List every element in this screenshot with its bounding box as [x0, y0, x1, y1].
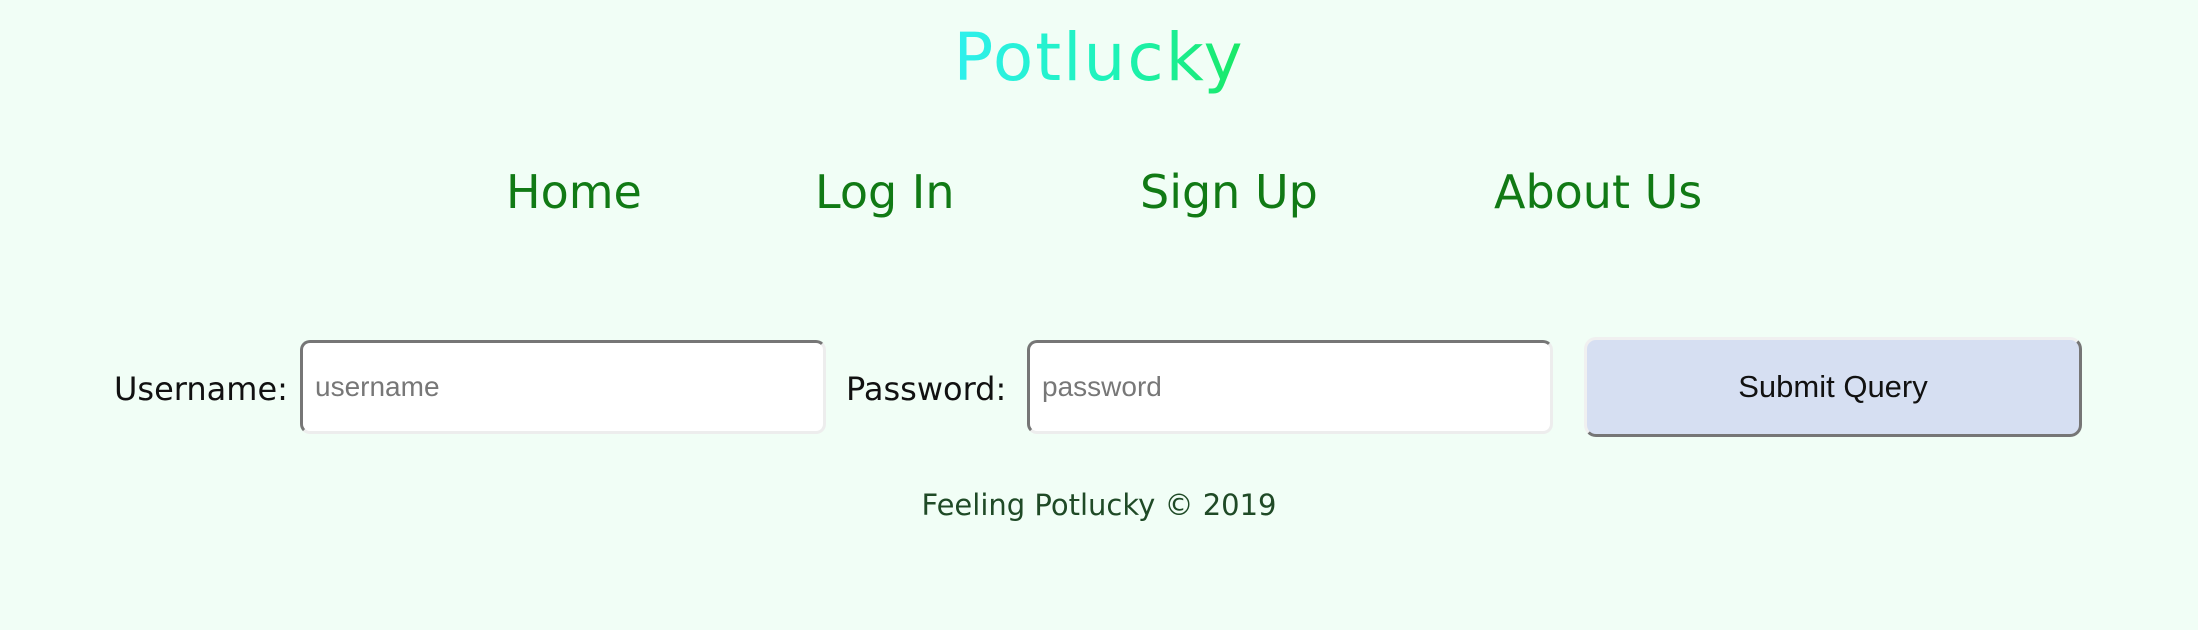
- nav-link-about-us[interactable]: About Us: [1494, 160, 1702, 224]
- username-label: Username:: [114, 370, 288, 408]
- submit-button[interactable]: Submit Query: [1584, 337, 2082, 437]
- nav-link-home[interactable]: Home: [506, 160, 642, 224]
- footer-copyright: Feeling Potlucky © 2019: [921, 488, 1277, 522]
- nav-link-login[interactable]: Log In: [815, 160, 955, 224]
- site-title: Potlucky: [953, 19, 1245, 96]
- username-input[interactable]: [300, 340, 826, 434]
- password-label: Password:: [846, 370, 1007, 408]
- site-logo: Potlucky: [0, 18, 2198, 98]
- main-nav: Home Log In Sign Up About Us: [0, 160, 2198, 224]
- nav-link-signup[interactable]: Sign Up: [1140, 160, 1318, 224]
- password-input[interactable]: [1027, 340, 1553, 434]
